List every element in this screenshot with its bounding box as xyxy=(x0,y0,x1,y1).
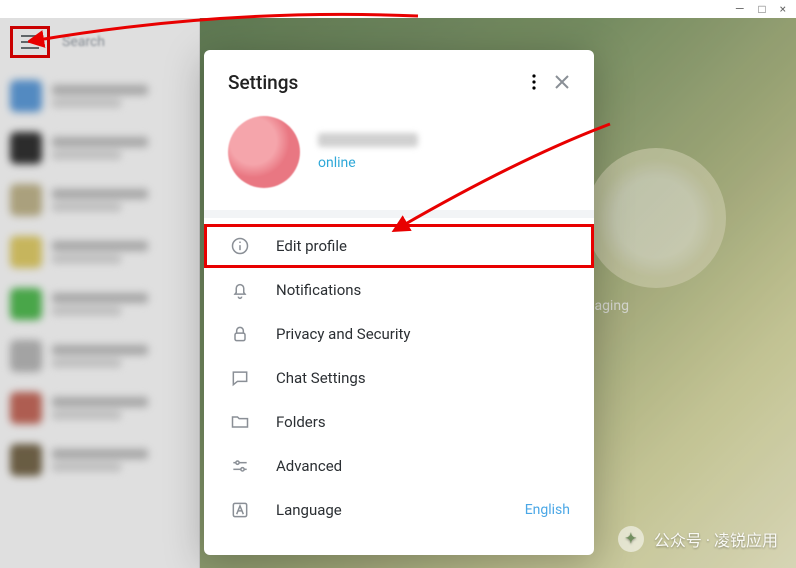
profile-name xyxy=(318,133,418,147)
avatar[interactable] xyxy=(228,116,300,188)
profile-block[interactable]: online xyxy=(204,106,594,210)
watermark-text: 公众号 · 凌锐应用 xyxy=(654,527,778,551)
language-value: English xyxy=(525,502,570,518)
window-minimize-button[interactable]: — xyxy=(735,2,744,16)
profile-status: online xyxy=(318,155,418,171)
sliders-icon xyxy=(228,456,252,476)
menu-item-advanced[interactable]: Advanced xyxy=(204,444,594,488)
chat-icon xyxy=(228,368,252,388)
menu-label: Advanced xyxy=(276,457,342,475)
window-titlebar: — □ × xyxy=(0,0,796,18)
menu-item-chat-settings[interactable]: Chat Settings xyxy=(204,356,594,400)
window-close-button[interactable]: × xyxy=(780,2,786,16)
watermark: ✦ 公众号 · 凌锐应用 xyxy=(618,526,778,552)
menu-item-language[interactable]: Language English xyxy=(204,488,594,532)
bell-icon xyxy=(228,280,252,300)
menu-item-notifications[interactable]: Notifications xyxy=(204,268,594,312)
menu-label: Notifications xyxy=(276,281,361,299)
menu-label: Privacy and Security xyxy=(276,325,411,343)
folder-icon xyxy=(228,412,252,432)
menu-item-edit-profile[interactable]: Edit profile xyxy=(204,224,594,268)
language-icon xyxy=(228,500,252,520)
lock-icon xyxy=(228,324,252,344)
wechat-icon: ✦ xyxy=(618,526,644,552)
menu-label: Edit profile xyxy=(276,237,347,255)
settings-title: Settings xyxy=(228,71,520,94)
menu-label: Chat Settings xyxy=(276,369,366,387)
close-panel-button[interactable] xyxy=(548,68,576,96)
more-menu-button[interactable] xyxy=(520,68,548,96)
separator xyxy=(204,210,594,218)
menu-label: Folders xyxy=(276,413,326,431)
settings-menu: Edit profile Notifications Privacy and S… xyxy=(204,218,594,555)
menu-item-privacy[interactable]: Privacy and Security xyxy=(204,312,594,356)
settings-panel: Settings online Edit profile Notificatio… xyxy=(204,50,594,555)
window-maximize-button[interactable]: □ xyxy=(758,2,765,16)
info-icon xyxy=(228,236,252,256)
menu-item-folders[interactable]: Folders xyxy=(204,400,594,444)
menu-label: Language xyxy=(276,501,342,519)
